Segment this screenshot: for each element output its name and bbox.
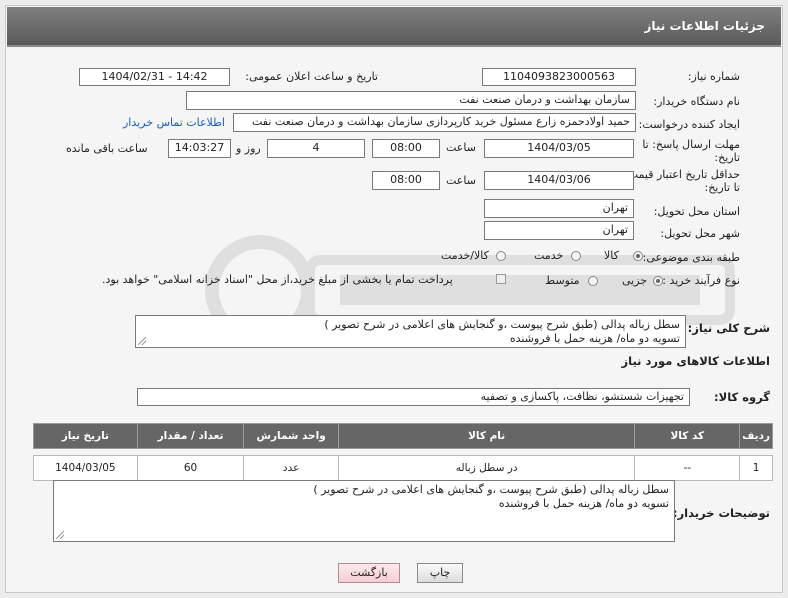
description-line-1: سطل زباله پدالی (طبق شرح پیوست ،و گنجایش… [324,318,680,331]
need-number-field: 1104093823000563 [482,68,636,86]
goods-group-label: گروه کالا: [714,390,770,404]
buyer-contact-link[interactable]: اطلاعات تماس خریدار [123,116,225,129]
deadline-label-date: تاریخ: [714,151,740,164]
city-field: تهران [484,221,634,240]
validity-date-field: 1404/03/06 [484,171,634,190]
requester-label: ایجاد کننده درخواست: [638,118,740,131]
city-label: شهر محل تحویل: [660,227,740,240]
province-label: استان محل تحویل: [653,205,740,218]
process-option-medium: متوسط [545,274,580,287]
category-radio-goods[interactable] [633,251,643,261]
col-qty: تعداد / مقدار [136,423,245,449]
validity-label-date: تا تاریخ: [704,181,740,194]
announce-label: تاریخ و ساعت اعلان عمومی: [245,70,378,83]
category-label: طبقه بندی موضوعی: [642,251,740,264]
buyer-org-label: نام دستگاه خریدار: [653,95,740,108]
col-code: کد کالا [634,423,741,449]
buyer-notes-line-2: تسویه دو ماه/ هزینه حمل با فروشنده [498,497,669,510]
table-row[interactable]: 1 -- در سطل زباله عدد 60 1404/03/05 [33,455,773,481]
col-row: ردیف [739,423,773,449]
process-option-minor: جزیی [622,274,648,287]
cell-code: -- [634,455,741,481]
cell-date: 1404/03/05 [33,455,138,481]
resize-grip-icon[interactable] [56,531,64,539]
deadline-label: مهلت ارسال پاسخ: تا [642,138,740,151]
province-field: تهران [484,199,634,218]
validity-time-label: ساعت [446,174,476,187]
process-radio-minor[interactable] [653,276,663,286]
process-radio-medium[interactable] [588,276,598,286]
deadline-date-field: 1404/03/05 [484,139,634,158]
category-radio-goods-service[interactable] [496,251,506,261]
category-option-goods: کالا [604,249,619,262]
treasury-payment-checkbox[interactable] [496,274,506,284]
goods-table: ردیف کد کالا نام کالا واحد شمارش تعداد /… [33,423,773,481]
remaining-time-field: 14:03:27 [168,139,231,158]
deadline-time-field: 08:00 [372,139,440,158]
cell-name: در سطل زباله [337,455,636,481]
goods-group-field: تجهیزات شستشو، نظافت، پاکسازی و تصفیه [137,388,690,406]
category-option-service: خدمت [534,249,564,262]
col-date: تاریخ نیاز [33,423,138,449]
validity-time-field: 08:00 [372,171,440,190]
print-button[interactable]: چاپ [417,563,463,583]
panel-title: جزئیات اطلاعات نیاز [644,19,765,33]
days-label: روز و [236,142,261,155]
col-unit: واحد شمارش [243,423,339,449]
buyer-org-field: سازمان بهداشت و درمان صنعت نفت [186,91,636,110]
description-label: شرح کلی نیاز: [687,321,770,335]
description-textarea[interactable]: سطل زباله پدالی (طبق شرح پیوست ،و گنجایش… [135,315,686,348]
buyer-notes-label: توضیحات خریدار: [672,506,770,520]
days-remaining-field: 4 [267,139,365,158]
category-radio-service[interactable] [571,251,581,261]
description-line-2: تسویه دو ماه/ هزینه حمل با فروشنده [509,332,680,345]
back-button[interactable]: بازگشت [338,563,400,583]
need-number-label: شماره نیاز: [687,70,740,83]
goods-section-title: اطلاعات کالاهای مورد نیاز [621,354,770,368]
cell-unit: عدد [243,455,339,481]
requester-field: حمید اولادحمزه زارع مسئول خرید کارپردازی… [233,113,636,132]
remaining-label: ساعت باقی مانده [66,142,148,155]
validity-label: حداقل تاریخ اعتبار قیمت: [624,168,740,181]
buyer-notes-line-1: سطل زباله پدالی (طبق شرح پیوست ،و گنجایش… [313,483,669,496]
category-option-goods-service: کالا/خدمت [441,249,489,262]
goods-table-header: ردیف کد کالا نام کالا واحد شمارش تعداد /… [33,423,773,449]
cell-row: 1 [739,455,773,481]
cell-qty: 60 [136,455,245,481]
announce-field: 1404/02/31 - 14:42 [79,68,230,86]
resize-grip-icon[interactable] [138,337,146,345]
payment-note: پرداخت تمام یا بخشی از مبلغ خرید،از محل … [102,273,453,286]
col-name: نام کالا [337,423,636,449]
panel-header: جزئیات اطلاعات نیاز [7,7,781,47]
process-label: نوع فرآیند خرید : [662,274,740,287]
buyer-notes-textarea[interactable]: سطل زباله پدالی (طبق شرح پیوست ،و گنجایش… [53,480,675,542]
deadline-time-label: ساعت [446,141,476,154]
